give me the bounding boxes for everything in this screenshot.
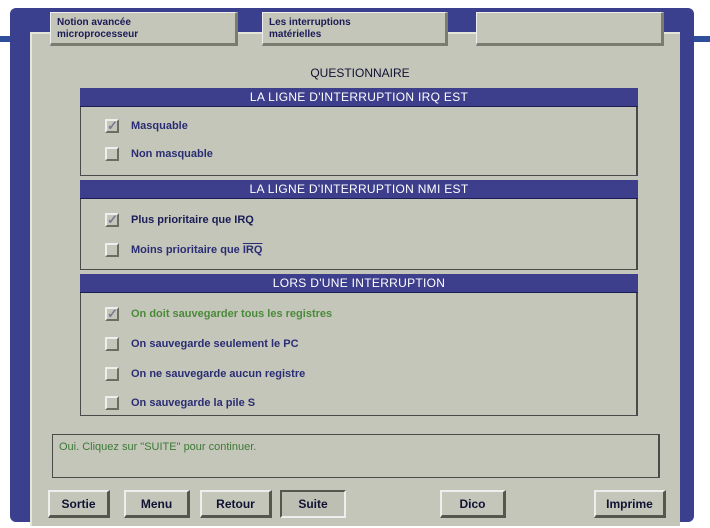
- section-body-irq: ✓ Masquable Non masquable: [80, 107, 638, 176]
- option-seulement-pc[interactable]: On sauvegarde seulement le PC: [105, 335, 299, 353]
- feedback-message: Oui. Cliquez sur "SUITE" pour continuer.: [52, 434, 660, 478]
- checkbox-pile-s[interactable]: [105, 396, 119, 410]
- tab-notion-avancee[interactable]: Notion avancée microprocesseur: [50, 12, 238, 46]
- option-label: Masquable: [131, 120, 188, 132]
- section-nmi: LA LIGNE D'INTERRUPTION NMI EST ✓ Plus p…: [80, 180, 638, 270]
- checkbox-aucun-registre[interactable]: [105, 367, 119, 381]
- checkbox-masquable[interactable]: ✓: [105, 119, 119, 133]
- tab-interruptions-materielles[interactable]: Les interruptions matérielles: [262, 12, 448, 46]
- option-label: Plus prioritaire que IRQ: [131, 214, 254, 226]
- option-label: On ne sauvegarde aucun registre: [131, 368, 306, 380]
- menu-button[interactable]: Menu: [124, 490, 190, 518]
- section-irq: LA LIGNE D'INTERRUPTION IRQ EST ✓ Masqua…: [80, 88, 638, 176]
- section-body-interruption: ✓ On doit sauvegarder tous les registres…: [80, 293, 638, 416]
- retour-button[interactable]: Retour: [200, 490, 272, 518]
- sortie-button[interactable]: Sortie: [48, 490, 110, 518]
- option-label-irq-bar: IRQ: [242, 244, 263, 256]
- checkbox-non-masquable[interactable]: [105, 147, 119, 161]
- checkbox-seulement-pc[interactable]: [105, 337, 119, 351]
- section-header-nmi: LA LIGNE D'INTERRUPTION NMI EST: [80, 180, 638, 199]
- imprime-button[interactable]: Imprime: [594, 490, 666, 518]
- option-moins-prioritaire[interactable]: Moins prioritaire que IRQ: [105, 241, 262, 259]
- option-non-masquable[interactable]: Non masquable: [105, 145, 213, 163]
- option-sauvegarder-tous[interactable]: ✓ On doit sauvegarder tous les registres: [105, 305, 332, 323]
- checkbox-plus-prioritaire[interactable]: ✓: [105, 213, 119, 227]
- option-label-prefix: Moins prioritaire que: [131, 244, 243, 256]
- option-aucun-registre[interactable]: On ne sauvegarde aucun registre: [105, 365, 305, 383]
- checkbox-sauvegarder-tous[interactable]: ✓: [105, 307, 119, 321]
- section-lors-interruption: LORS D'UNE INTERRUPTION ✓ On doit sauveg…: [80, 274, 638, 416]
- option-label: On sauvegarde la pile S: [131, 397, 256, 409]
- option-label: On doit sauvegarder tous les registres: [131, 308, 333, 320]
- option-masquable[interactable]: ✓ Masquable: [105, 117, 188, 135]
- option-label: On sauvegarde seulement le PC: [131, 338, 299, 350]
- section-header-interruption: LORS D'UNE INTERRUPTION: [80, 274, 638, 293]
- checkbox-moins-prioritaire[interactable]: [105, 243, 119, 257]
- section-body-nmi: ✓ Plus prioritaire que IRQ Moins priorit…: [80, 199, 638, 270]
- suite-button[interactable]: Suite: [280, 490, 346, 518]
- section-header-irq: LA LIGNE D'INTERRUPTION IRQ EST: [80, 88, 638, 107]
- tab-empty[interactable]: [476, 12, 664, 46]
- option-label: Non masquable: [131, 148, 213, 160]
- page-title: QUESTIONNAIRE: [310, 66, 410, 80]
- dico-button[interactable]: Dico: [440, 490, 506, 518]
- option-pile-s[interactable]: On sauvegarde la pile S: [105, 394, 255, 412]
- option-plus-prioritaire[interactable]: ✓ Plus prioritaire que IRQ: [105, 211, 254, 229]
